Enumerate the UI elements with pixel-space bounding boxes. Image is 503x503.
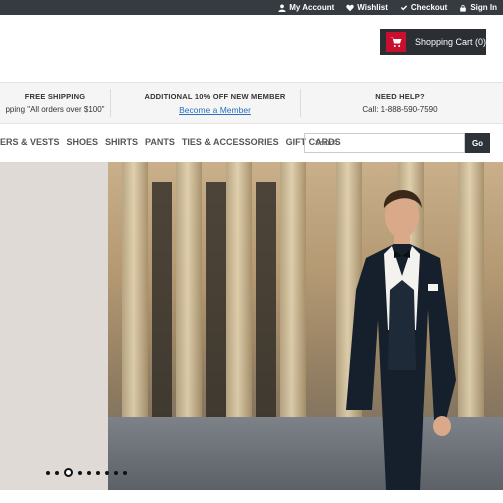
my-account-label: My Account [289, 3, 335, 12]
divider [300, 89, 301, 117]
divider [110, 89, 111, 117]
nav-shoes[interactable]: SHOES [67, 137, 99, 147]
user-icon [278, 4, 286, 12]
carousel-dot[interactable] [64, 468, 73, 477]
new-member-title: ADDITIONAL 10% OFF NEW MEMBER [144, 91, 286, 101]
search-go-button[interactable]: Go [465, 133, 490, 153]
lock-icon [460, 4, 467, 12]
carousel-dot[interactable] [46, 470, 50, 475]
promo-strip: FREE SHIPPING pping "All orders over $10… [0, 82, 503, 124]
carousel-dot[interactable] [78, 470, 82, 475]
carousel-dot[interactable] [105, 470, 109, 475]
carousel-dot[interactable] [123, 470, 127, 475]
carousel-dots [46, 468, 127, 477]
cart-icon [386, 32, 406, 52]
my-account-link[interactable]: My Account [278, 3, 334, 12]
hero-side-panel [0, 162, 108, 490]
nav-pants[interactable]: PANTS [145, 137, 175, 147]
checkout-link[interactable]: Checkout [400, 3, 447, 12]
help-title: NEED HELP? [375, 92, 425, 101]
free-shipping-title: FREE SHIPPING [24, 92, 86, 101]
carousel-dot[interactable] [87, 470, 91, 475]
heart-icon [346, 4, 354, 11]
sign-in-link[interactable]: Sign In [459, 3, 497, 12]
carousel-dot[interactable] [55, 470, 59, 475]
carousel-dot[interactable] [96, 470, 100, 475]
checkout-label: Checkout [410, 3, 448, 12]
new-member-block: ADDITIONAL 10% OFF NEW MEMBER Become a M… [130, 83, 300, 123]
nav-ties-accessories[interactable]: TIES & ACCESSORIES [182, 137, 279, 147]
top-links: My Account Wishlist Checkout Sign In [278, 0, 497, 15]
shopping-cart-button[interactable]: Shopping Cart (0) [380, 29, 486, 55]
cart-label: Shopping Cart (0) [414, 37, 486, 47]
category-nav: ERS & VESTS SHOES SHIRTS PANTS TIES & AC… [0, 132, 348, 152]
wishlist-link[interactable]: Wishlist [346, 3, 388, 12]
top-bar: My Account Wishlist Checkout Sign In [0, 0, 503, 15]
help-block: NEED HELP? Call: 1-888-590-7590 [320, 83, 480, 123]
carousel-dot[interactable] [114, 470, 118, 475]
sign-in-label: Sign In [470, 3, 497, 12]
nav-blazers-vests[interactable]: ERS & VESTS [0, 137, 60, 147]
free-shipping-text: pping "All orders over $100" [5, 105, 105, 114]
search-input[interactable]: Search [304, 133, 465, 153]
hero-image [108, 162, 503, 490]
hero-banner[interactable] [0, 162, 503, 490]
help-phone: Call: 1-888-590-7590 [362, 105, 438, 114]
wishlist-label: Wishlist [357, 3, 388, 12]
become-member-link[interactable]: Become a Member [130, 105, 300, 115]
check-icon [400, 4, 408, 10]
free-shipping-block: FREE SHIPPING pping "All orders over $10… [0, 83, 110, 123]
nav-shirts[interactable]: SHIRTS [105, 137, 138, 147]
model-figure [346, 189, 456, 490]
